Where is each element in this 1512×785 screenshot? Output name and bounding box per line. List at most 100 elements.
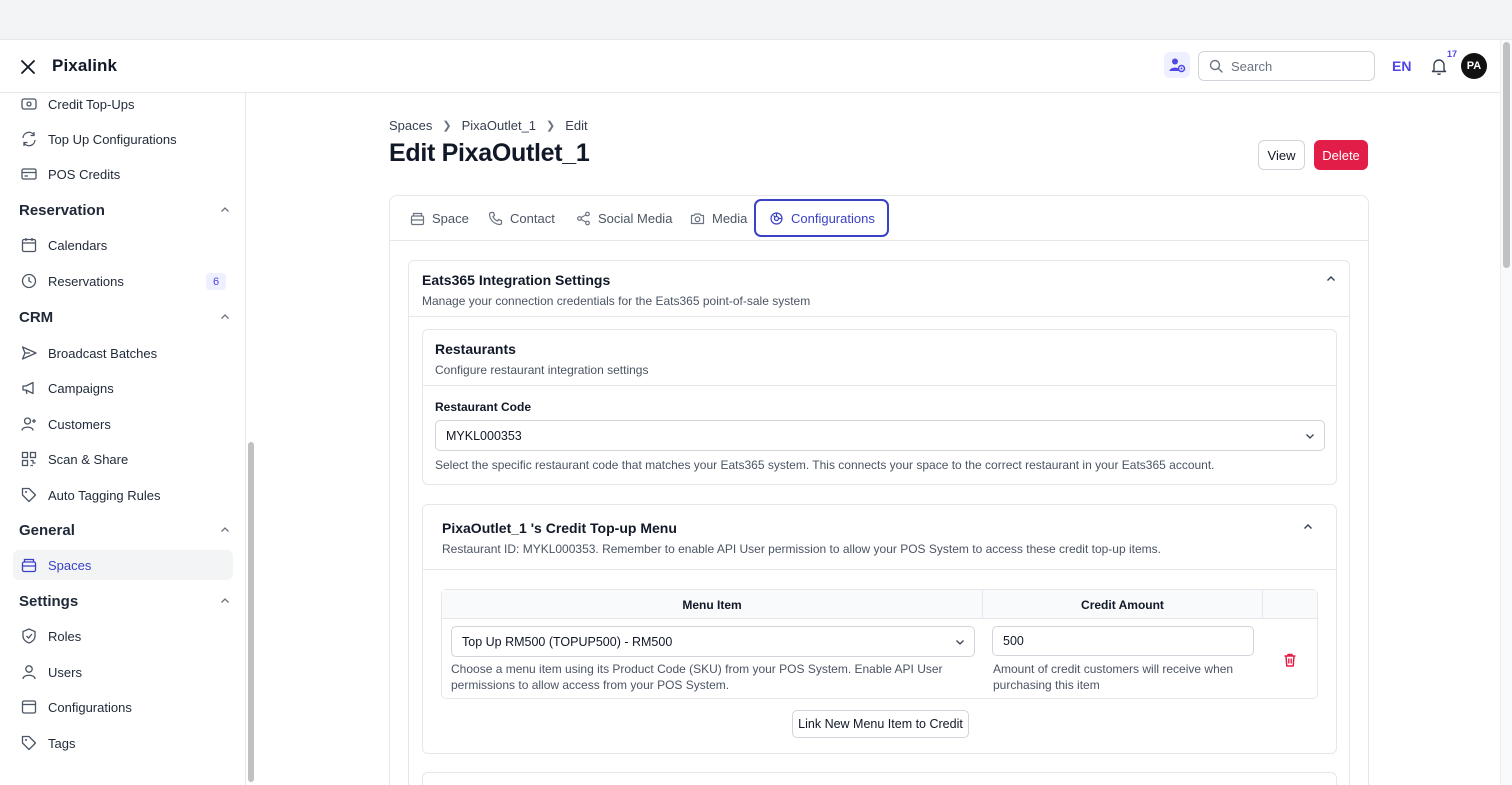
chevron-down-icon <box>956 639 964 645</box>
bell-icon[interactable] <box>1429 56 1449 76</box>
tab-media[interactable]: Media <box>690 203 747 233</box>
search-box[interactable] <box>1198 51 1375 81</box>
tab-space[interactable]: Space <box>410 203 469 233</box>
tab-social-media[interactable]: Social Media <box>576 203 672 233</box>
trash-icon[interactable] <box>1282 652 1298 668</box>
page-scrollbar[interactable] <box>1500 40 1512 785</box>
notification-count: 17 <box>1447 49 1458 59</box>
panel-title: Restaurants <box>435 341 516 357</box>
sidebar-item-label: Users <box>48 664 82 680</box>
menu-item-help: Choose a menu item using its Product Cod… <box>451 662 943 692</box>
sidebar-item-auto-tagging-rules[interactable]: Auto Tagging Rules <box>13 480 233 510</box>
sidebar-item-broadcast-batches[interactable]: Broadcast Batches <box>13 338 233 368</box>
chevron-right-icon: ❯ <box>546 120 556 132</box>
chevron-up-icon <box>221 314 229 319</box>
sidebar-item-configurations[interactable]: Configurations <box>13 692 233 722</box>
sidebar-item-credit-top-ups[interactable]: Credit Top-Ups <box>13 93 233 119</box>
breadcrumb-current: Edit <box>565 118 588 133</box>
sidebar-item-label: Credit Top-Ups <box>48 96 135 112</box>
page-scrollbar-thumb[interactable] <box>1503 42 1510 268</box>
breadcrumb-spaces[interactable]: Spaces <box>389 118 432 133</box>
restaurants-panel: Restaurants Configure restaurant integra… <box>422 329 1337 485</box>
sidebar-item-label: Tags <box>48 735 76 751</box>
sidebar-item-users[interactable]: Users <box>13 657 233 687</box>
sidebar-item-label: Configurations <box>48 699 132 715</box>
section-title: Settings <box>19 592 79 610</box>
language-switcher[interactable]: EN <box>1392 58 1411 74</box>
tab-bar: Space Contact Social Media Media Configu… <box>390 196 1368 241</box>
send-icon <box>21 346 37 360</box>
menu-item-select[interactable]: Top Up RM500 (TOPUP500) - RM500 <box>451 626 975 657</box>
user-icon <box>22 665 36 680</box>
admin-settings-icon[interactable] <box>1164 52 1190 78</box>
restaurant-code-select[interactable]: MYKL000353 <box>435 420 1325 451</box>
sidebar-item-spaces[interactable]: Spaces <box>13 550 233 580</box>
sidebar-item-scan-share[interactable]: Scan & Share <box>13 444 233 474</box>
chevron-up-icon[interactable] <box>1325 273 1337 285</box>
sidebar-item-reservations[interactable]: Reservations 6 <box>13 266 233 296</box>
section-general[interactable]: General <box>19 519 231 541</box>
app-brand: Pixalink <box>52 56 118 75</box>
breadcrumb-space[interactable]: PixaOutlet_1 <box>462 118 536 133</box>
search-input[interactable] <box>1231 58 1361 74</box>
close-icon[interactable] <box>18 57 38 77</box>
tab-configurations[interactable]: Configurations <box>754 199 889 237</box>
view-button[interactable]: View <box>1258 140 1305 170</box>
section-title: Reservation <box>19 201 105 219</box>
chevron-up-icon <box>221 527 229 532</box>
section-crm[interactable]: CRM <box>19 306 231 328</box>
tab-label: Space <box>432 210 469 226</box>
reservations-count-badge: 6 <box>206 273 226 290</box>
sidebar-item-label: Auto Tagging Rules <box>48 487 161 503</box>
section-reservation[interactable]: Reservation <box>19 199 231 221</box>
sidebar-scrollbar-thumb[interactable] <box>248 442 254 782</box>
sidebar-item-label: Calendars <box>48 237 108 253</box>
sidebar: Credit Top-Ups Top Up Configurations POS… <box>0 93 246 785</box>
tag-icon <box>21 487 37 503</box>
sidebar-item-calendars[interactable]: Calendars <box>13 230 233 260</box>
sidebar-item-label: Broadcast Batches <box>48 345 158 361</box>
divider <box>409 316 1349 317</box>
browser-window-icon <box>21 700 37 714</box>
megaphone-icon <box>22 381 34 395</box>
clock-icon <box>21 273 37 289</box>
browser-top-strip <box>0 0 1512 40</box>
section-settings[interactable]: Settings <box>19 590 231 612</box>
sidebar-item-roles[interactable]: Roles <box>13 621 233 651</box>
sidebar-item-tags[interactable]: Tags <box>13 728 233 758</box>
tab-label: Media <box>712 210 748 226</box>
sidebar-item-label: Top Up Configurations <box>48 131 177 147</box>
refresh-icon <box>22 131 36 147</box>
tab-contact[interactable]: Contact <box>488 203 555 233</box>
sidebar-item-campaigns[interactable]: Campaigns <box>13 373 233 403</box>
panel-description: Restaurant ID: MYKL000353. Remember to e… <box>442 542 1161 556</box>
delete-button[interactable]: Delete <box>1314 140 1368 170</box>
gear-icon <box>770 211 783 225</box>
shield-icon <box>22 628 36 644</box>
credit-amount-input[interactable] <box>992 626 1254 656</box>
avatar[interactable]: PA <box>1461 53 1487 79</box>
link-new-menu-item-button[interactable]: Link New Menu Item to Credit <box>792 710 969 738</box>
chevron-up-icon[interactable] <box>1302 521 1314 533</box>
section-title: CRM <box>19 308 54 326</box>
qr-code-icon <box>21 451 37 467</box>
restaurant-code-help: Select the specific restaurant code that… <box>435 458 1215 472</box>
sidebar-item-label: Spaces <box>48 557 92 573</box>
section-description: Manage your connection credentials for t… <box>422 294 811 308</box>
credit-topup-menu-panel: PixaOutlet_1 's Credit Top-up Menu Resta… <box>422 504 1337 754</box>
sidebar-item-top-up-configurations[interactable]: Top Up Configurations <box>13 124 233 154</box>
select-value: MYKL000353 <box>446 428 522 443</box>
camera-icon <box>690 212 705 224</box>
chevron-down-icon <box>1306 433 1314 439</box>
edit-space-card: Space Contact Social Media Media Configu… <box>389 195 1369 785</box>
sidebar-item-label: POS Credits <box>48 166 121 182</box>
credit-topup-icon <box>21 98 37 110</box>
column-header-credit-amount: Credit Amount <box>983 590 1263 619</box>
sidebar-item-customers[interactable]: Customers <box>13 409 233 439</box>
credit-amount-help: Amount of credit customers will receive … <box>993 662 1234 692</box>
credit-menu-table: Menu Item Credit Amount Top Up RM500 (TO… <box>441 589 1318 699</box>
sidebar-item-pos-credits[interactable]: POS Credits <box>13 159 233 189</box>
tab-label: Configurations <box>791 210 875 226</box>
column-header-menu-item: Menu Item <box>442 590 983 619</box>
app-header: Pixalink EN 17 PA <box>0 40 1500 93</box>
